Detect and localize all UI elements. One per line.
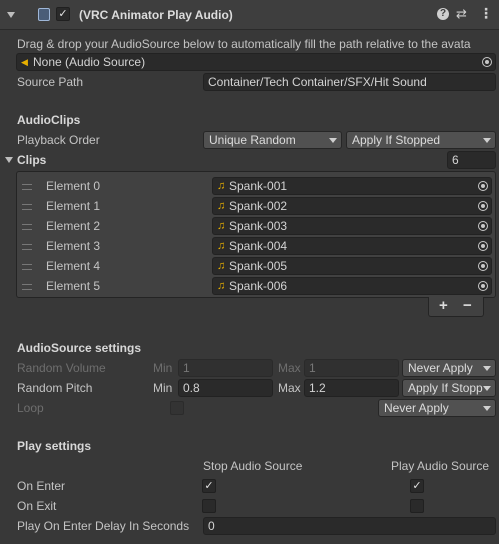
random-pitch-max-label: Max: [278, 381, 301, 395]
list-add-remove-box: + −: [428, 297, 484, 317]
element-label: Element 1: [46, 199, 101, 213]
audiosource-settings-title: AudioSource settings: [17, 341, 142, 355]
element-label: Element 2: [46, 219, 101, 233]
random-volume-min-label: Min: [153, 361, 173, 375]
clip-value: Spank-003: [229, 219, 288, 233]
drag-handle-icon[interactable]: [22, 264, 32, 270]
random-pitch-min-label: Min: [153, 381, 173, 395]
audio-source-field[interactable]: ◀ None (Audio Source): [16, 53, 496, 71]
chevron-down-icon: [483, 366, 491, 371]
clips-foldout-icon[interactable]: [5, 157, 13, 163]
drag-handle-icon[interactable]: [22, 224, 32, 230]
clip-field[interactable]: ♫ Spank-001: [212, 177, 492, 195]
clip-value: Spank-006: [229, 279, 288, 293]
object-picker-icon[interactable]: [478, 181, 488, 191]
apply-mode-dropdown[interactable]: Apply If Stopped: [346, 131, 496, 149]
chevron-down-icon: [483, 406, 491, 411]
chevron-down-icon: [483, 138, 491, 143]
object-picker-icon[interactable]: [478, 221, 488, 231]
loop-label: Loop: [17, 401, 44, 415]
clips-list: Element 0 ♫ Spank-001 Element 1 ♫ Spank-…: [16, 171, 496, 298]
speaker-icon: ◀: [21, 57, 28, 67]
delay-input[interactable]: 0: [203, 517, 496, 535]
clip-field[interactable]: ♫ Spank-003: [212, 217, 492, 235]
audio-clip-icon: ♫: [217, 220, 226, 232]
clip-field[interactable]: ♫ Spank-005: [212, 257, 492, 275]
clip-field[interactable]: ♫ Spank-006: [212, 277, 492, 295]
remove-element-button[interactable]: −: [463, 297, 472, 315]
element-label: Element 5: [46, 279, 101, 293]
foldout-arrow-icon[interactable]: [7, 12, 15, 18]
clip-field[interactable]: ♫ Spank-002: [212, 197, 492, 215]
on-exit-stop-checkbox[interactable]: [202, 499, 216, 513]
clip-value: Spank-005: [229, 259, 288, 273]
object-picker-icon[interactable]: [482, 57, 492, 67]
playback-order-value: Unique Random: [209, 133, 296, 147]
drag-handle-icon[interactable]: [22, 184, 32, 190]
object-picker-icon[interactable]: [478, 201, 488, 211]
clip-value: Spank-002: [229, 199, 288, 213]
chevron-down-icon: [483, 386, 491, 391]
audio-source-value: None (Audio Source): [33, 55, 146, 69]
script-icon: [38, 8, 50, 21]
on-exit-label: On Exit: [17, 499, 57, 513]
clip-field[interactable]: ♫ Spank-004: [212, 237, 492, 255]
description-text: Drag & drop your AudioSource below to au…: [17, 37, 471, 51]
clip-value: Spank-004: [229, 239, 288, 253]
random-pitch-max-input[interactable]: 1.2: [304, 379, 399, 397]
drag-handle-icon[interactable]: [22, 284, 32, 290]
audio-clip-icon: ♫: [217, 240, 226, 252]
clips-label: Clips: [17, 153, 47, 167]
on-enter-stop-checkbox[interactable]: ✓: [202, 479, 216, 493]
random-volume-max-input[interactable]: 1: [304, 359, 399, 377]
component-header: ✓ (VRC Animator Play Audio) ? ⇄ ⋮: [0, 0, 499, 30]
on-enter-play-checkbox[interactable]: ✓: [410, 479, 424, 493]
audio-clip-icon: ♫: [217, 180, 226, 192]
element-label: Element 0: [46, 179, 101, 193]
random-pitch-mode-value: Apply If Stopp: [408, 381, 483, 395]
random-pitch-min-input[interactable]: 0.8: [178, 379, 273, 397]
object-picker-icon[interactable]: [478, 241, 488, 251]
play-audio-source-column: Play Audio Source: [391, 459, 490, 473]
random-pitch-mode-dropdown[interactable]: Apply If Stopp: [402, 379, 496, 397]
add-element-button[interactable]: +: [439, 297, 448, 315]
random-volume-min-input[interactable]: 1: [178, 359, 273, 377]
playback-order-dropdown[interactable]: Unique Random: [203, 131, 342, 149]
random-volume-max-label: Max: [278, 361, 301, 375]
element-label: Element 3: [46, 239, 101, 253]
drag-handle-icon[interactable]: [22, 204, 32, 210]
random-volume-label: Random Volume: [17, 361, 106, 375]
element-label: Element 4: [46, 259, 101, 273]
random-volume-mode-value: Never Apply: [408, 361, 473, 375]
loop-mode-dropdown[interactable]: Never Apply: [378, 399, 496, 417]
source-path-label: Source Path: [17, 75, 84, 89]
audio-clip-icon: ♫: [217, 260, 226, 272]
on-enter-label: On Enter: [17, 479, 66, 493]
stop-audio-source-column: Stop Audio Source: [203, 459, 303, 473]
component-enabled-checkbox[interactable]: ✓: [56, 7, 70, 21]
play-settings-title: Play settings: [17, 439, 92, 453]
loop-checkbox[interactable]: [170, 401, 184, 415]
clips-count-input[interactable]: 6: [447, 151, 496, 169]
random-pitch-label: Random Pitch: [17, 381, 93, 395]
preset-icon[interactable]: ⇄: [456, 6, 467, 22]
on-exit-play-checkbox[interactable]: [410, 499, 424, 513]
help-icon[interactable]: ?: [437, 8, 449, 20]
clip-value: Spank-001: [229, 179, 288, 193]
object-picker-icon[interactable]: [478, 281, 488, 291]
playback-order-label: Playback Order: [17, 133, 100, 147]
audio-clip-icon: ♫: [217, 200, 226, 212]
component-title: (VRC Animator Play Audio): [79, 8, 233, 22]
object-picker-icon[interactable]: [478, 261, 488, 271]
source-path-input[interactable]: Container/Tech Container/SFX/Hit Sound: [203, 73, 496, 91]
drag-handle-icon[interactable]: [22, 244, 32, 250]
delay-label: Play On Enter Delay In Seconds: [17, 519, 190, 533]
more-icon[interactable]: ⋮: [479, 5, 493, 22]
chevron-down-icon: [329, 138, 337, 143]
loop-mode-value: Never Apply: [384, 401, 449, 415]
audioclips-section-title: AudioClips: [17, 113, 81, 127]
random-volume-mode-dropdown[interactable]: Never Apply: [402, 359, 496, 377]
apply-mode-value: Apply If Stopped: [352, 133, 441, 147]
audio-clip-icon: ♫: [217, 280, 226, 292]
